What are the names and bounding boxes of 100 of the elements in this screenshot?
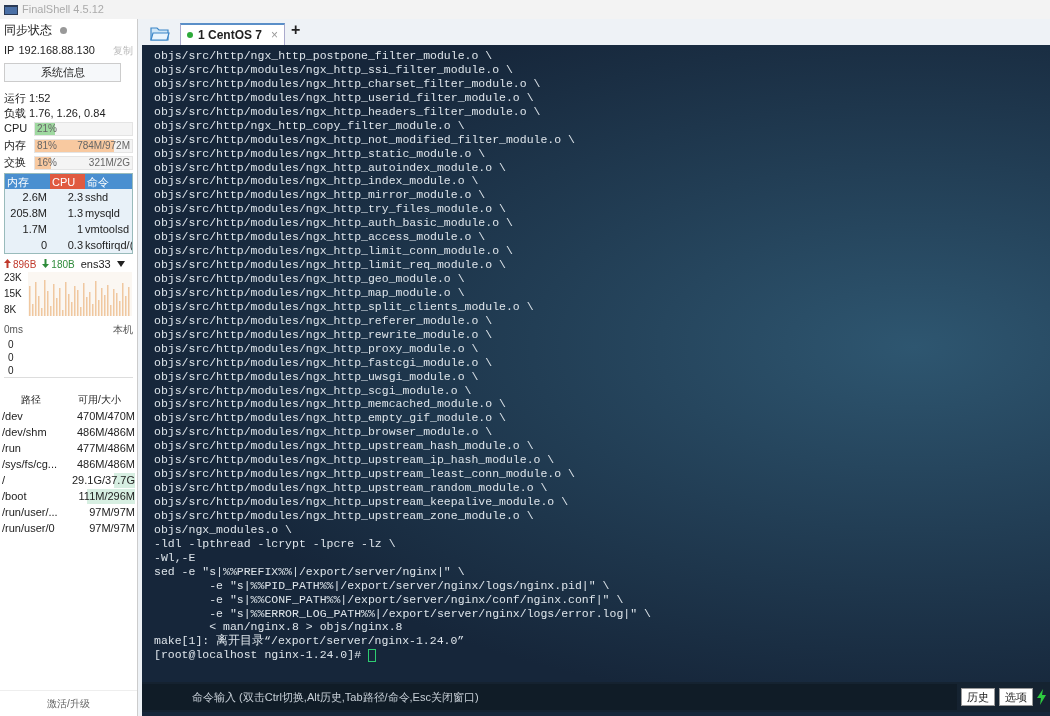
terminal-line: objs/src/http/modules/ngx_http_charset_filter_module.o \ <box>154 76 542 91</box>
download-speed: 180B <box>42 256 75 272</box>
terminal-line: objs/src/http/modules/ngx_http_memcached_module.o \ <box>154 397 507 412</box>
terminal-line: objs/src/http/modules/ngx_http_autoindex_module.o \ <box>154 160 507 175</box>
axis-label: 15K <box>4 288 23 300</box>
terminal-line: objs/src/http/modules/ngx_http_upstream_random_module.o \ <box>154 481 549 495</box>
terminal-tab[interactable]: 1 CentOS 7 × <box>180 23 286 45</box>
upload-speed: 896B <box>4 256 37 272</box>
meter-detail: 321M/2G <box>88 156 130 170</box>
terminal-line: objs/src/http/modules/ngx_http_empty_gif_module.o \ <box>154 411 507 426</box>
terminal-line: objs/src/http/modules/ngx_http_upstream_least_conn_module.o \ <box>154 467 576 482</box>
meter-label: 内存 <box>4 138 27 154</box>
terminal-line: objs/src/http/modules/ngx_http_headers_filter_module.o \ <box>154 104 542 119</box>
table-cell-text: mysqld <box>85 205 121 221</box>
system-info-button[interactable]: 系统信息 <box>4 63 121 82</box>
interface-dropdown[interactable]: ens33 <box>80 255 111 273</box>
caret-icon[interactable] <box>116 261 125 267</box>
axis-label: 0 <box>7 364 15 377</box>
terminal-line: objs/src/http/modules/ngx_http_limit_conn_module.o \ <box>154 244 514 259</box>
terminal-line: objs/src/http/modules/ngx_http_scgi_module.o \ <box>154 383 473 398</box>
latency-label: 0ms <box>4 323 23 337</box>
disk-size-text: 486M/486M <box>76 424 135 440</box>
table-cell-text: 2.3 <box>66 189 84 205</box>
table-cell-text: 205.8M <box>9 205 48 221</box>
disk-size-text: 97M/97M <box>89 520 135 536</box>
table-cell-text: 2.6M <box>21 189 48 205</box>
terminal-line: objs/src/http/modules/ngx_http_ssi_filter_module.o \ <box>154 62 514 77</box>
sync-status-label: 同步状态 <box>4 22 52 39</box>
terminal-line: objs/src/http/modules/ngx_http_mirror_module.o \ <box>154 188 487 203</box>
terminal-line: objs/ngx_modules.o \ <box>154 522 294 537</box>
terminal-line: objs/src/http/modules/ngx_http_userid_filter_module.o \ <box>154 90 535 105</box>
terminal-line: objs/src/http/modules/ngx_http_fastcgi_module.o \ <box>154 355 494 370</box>
terminal-line: objs/src/http/modules/ngx_http_upstream_keepalive_module.o \ <box>154 495 570 509</box>
column-header[interactable]: CPU <box>50 174 85 189</box>
app-icon <box>4 3 18 16</box>
terminal-line: objs/src/http/modules/ngx_http_rewrite_module.o \ <box>154 327 494 342</box>
text-cursor <box>367 648 376 662</box>
terminal-line: objs/src/http/modules/ngx_http_upstream_ip_hash_module.o \ <box>154 453 556 468</box>
table-cell-text: /sys/fs/cg... <box>2 456 58 472</box>
terminal-line: -e "s|%%ERROR_LOG_PATH%%|/export/server/nginx/logs/error.log|" \ <box>208 606 652 621</box>
terminal-line: < man/nginx.8 > objs/nginx.8 <box>208 620 404 634</box>
table-cell-text: / <box>2 472 7 488</box>
axis-label: 0 <box>7 351 15 364</box>
load-average-text: 负载 1.76, 1.26, 0.84 <box>3 106 107 120</box>
table-cell-text: /boot <box>2 488 28 504</box>
meter-percent: 81% <box>37 139 57 153</box>
table-cell-text: /run/user/... <box>2 504 59 520</box>
table-cell-text: /dev/shm <box>2 424 48 440</box>
add-tab-button[interactable]: + <box>291 18 301 42</box>
meter-label: CPU <box>4 121 29 137</box>
table-cell-text: 1.3 <box>66 205 84 221</box>
toolbar-button[interactable]: 选项 <box>999 688 1033 706</box>
command-input[interactable]: 命令输入 (双击Ctrl切换,Alt历史,Tab路径/命令,Esc关闭窗口) <box>142 684 957 710</box>
terminal-line: objs/src/http/modules/ngx_http_map_module.o \ <box>154 285 466 300</box>
axis-label: 0 <box>7 338 15 351</box>
window-title: FinalShell 4.5.12 <box>22 2 104 18</box>
toolbar-button[interactable]: 历史 <box>961 688 995 706</box>
table-cell-text: vmtoolsd <box>85 221 131 237</box>
terminal-line: make[1]: 离开目录“/export/server/nginx-1.24.0” <box>154 634 466 649</box>
terminal-line: objs/src/http/modules/ngx_http_uwsgi_module.o \ <box>154 369 480 384</box>
disk-size-text: 486M/486M <box>76 456 135 472</box>
disk-size-text: 97M/97M <box>89 504 135 520</box>
terminal-line: objs/src/http/modules/ngx_http_limit_req_module.o \ <box>154 258 507 272</box>
terminal-line: -Wl,-E <box>154 550 197 565</box>
terminal-line: objs/src/http/modules/ngx_http_proxy_module.o \ <box>154 341 480 356</box>
terminal-line: objs/src/http/modules/ngx_http_upstream_hash_module.o \ <box>154 439 535 454</box>
terminal-line: objs/src/http/modules/ngx_http_try_files_module.o \ <box>154 202 507 217</box>
ip-address: 192.168.88.130 <box>18 42 96 58</box>
terminal-line: -e "s|%%CONF_PATH%%|/export/server/nginx/conf/nginx.conf|" \ <box>208 592 625 607</box>
terminal-line: objs/src/http/modules/ngx_http_split_clients_module.o \ <box>154 299 535 314</box>
terminal-prompt: [root@localhost nginx-1.24.0]# <box>154 648 363 663</box>
host-label: 本机 <box>113 323 133 337</box>
terminal-line: objs/src/http/modules/ngx_http_browser_module.o \ <box>154 425 494 440</box>
table-cell-text: /run/user/0 <box>2 520 56 536</box>
disk-size-text: 477M/486M <box>76 440 135 456</box>
column-header[interactable]: 可用/大小 <box>62 391 137 407</box>
terminal-line: objs/src/http/modules/ngx_http_referer_module.o \ <box>154 313 494 328</box>
terminal-line: objs/src/http/modules/ngx_http_not_modified_filter_module.o \ <box>154 132 576 147</box>
terminal-line: -ldl -lpthread -lcrypt -lpcre -lz \ <box>154 536 397 551</box>
down-arrow-icon <box>42 258 50 268</box>
axis-label: 23K <box>4 272 23 284</box>
up-arrow-icon <box>4 258 11 268</box>
disk-size-text: 470M/470M <box>76 408 135 424</box>
terminal-line: objs/src/http/modules/ngx_http_geo_module.o \ <box>154 272 466 286</box>
activate-upgrade-link[interactable]: 激活/升级 <box>0 690 137 716</box>
disk-size-text: 111M/296M <box>78 488 135 504</box>
column-header[interactable]: 路径 <box>0 391 62 407</box>
table-cell-text: /dev <box>2 408 24 424</box>
tab-label: 1 CentOS 7 <box>198 27 263 44</box>
terminal-line: objs/src/http/modules/ngx_http_static_module.o \ <box>154 146 487 161</box>
axis-label: 8K <box>4 304 18 316</box>
uptime-text: 运行 1:52 <box>3 91 52 105</box>
terminal-line: objs/src/http/modules/ngx_http_upstream_zone_module.o \ <box>154 508 535 523</box>
terminal-line: objs/src/http/ngx_http_postpone_filter_module.o \ <box>154 49 494 63</box>
folder-icon[interactable] <box>150 25 170 41</box>
lightning-icon[interactable] <box>1037 689 1046 705</box>
terminal-line: objs/src/http/modules/ngx_http_index_module.o \ <box>154 174 480 189</box>
terminal-line: sed -e "s|%%PREFIX%%|/export/server/nginx|" \ <box>154 564 466 579</box>
table-cell-text: 1.7M <box>21 221 48 237</box>
table-cell-text: /run <box>2 440 22 456</box>
